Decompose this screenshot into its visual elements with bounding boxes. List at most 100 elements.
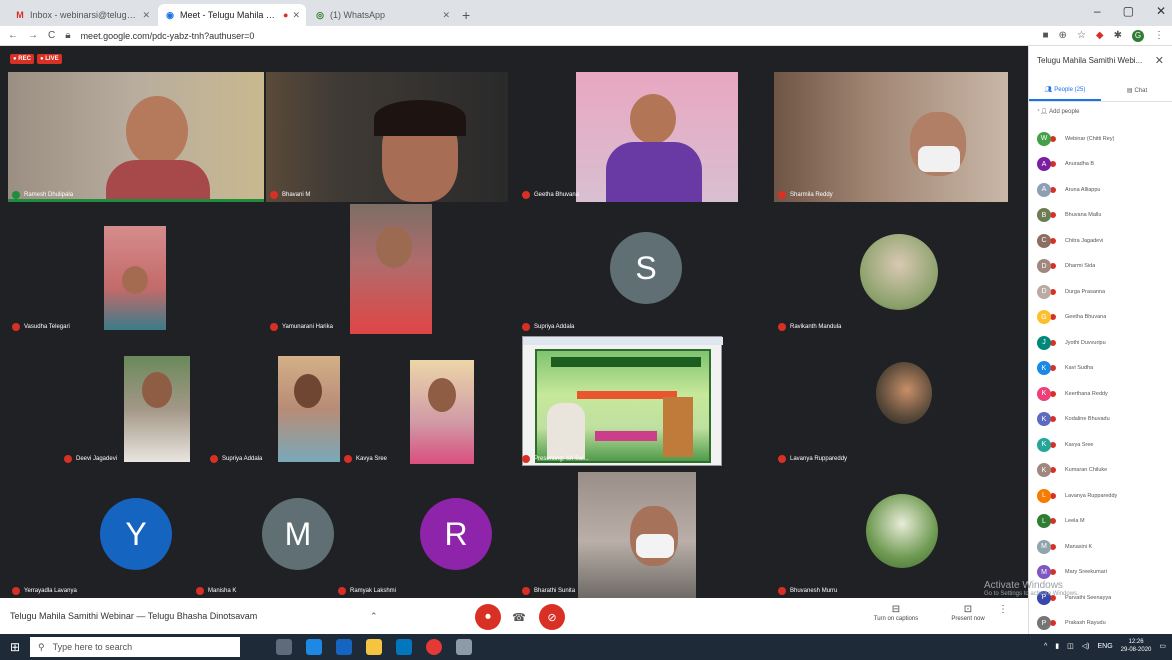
- video-tile[interactable]: Bhavani M: [266, 72, 508, 202]
- tab-people[interactable]: 👥︎ People (25): [1029, 80, 1101, 101]
- add-people-button[interactable]: ⁺👤︎ Add people: [1037, 108, 1080, 115]
- video-tile[interactable]: Bhuvanesh Murru: [774, 468, 1008, 598]
- captions-icon: ⊟: [891, 604, 901, 615]
- browser-tab-strip: M Inbox - webinarsi@telugmail.com ✕ ◉ Me…: [0, 0, 1172, 26]
- participant-name: Bhuvana Mallu: [1065, 212, 1102, 219]
- video-tile[interactable]: Ravikanth Mandula: [774, 204, 1008, 334]
- participant-list: W Webinar (Chitti Rey) A Anuradha B A Aruna A…: [1037, 126, 1169, 636]
- mic-off-icon: [270, 191, 278, 199]
- profile-avatar[interactable]: G: [1132, 29, 1144, 42]
- zoom-icon[interactable]: ⊕: [1059, 30, 1067, 41]
- puzzle-icon[interactable]: ✱: [1114, 30, 1122, 41]
- new-tab-button[interactable]: +: [462, 7, 470, 23]
- participant-list-item[interactable]: W Webinar (Chitti Rey): [1037, 126, 1169, 152]
- star-icon[interactable]: ☆: [1077, 30, 1086, 41]
- video-tile[interactable]: Ramesh Dhulipala: [8, 72, 264, 202]
- maximize-button[interactable]: ▢: [1123, 4, 1134, 18]
- windows-start-icon[interactable]: ⊞: [0, 634, 30, 660]
- video-tile[interactable]: Lavanya Ruppareddy: [774, 336, 1008, 466]
- participant-avatar: M: [1037, 565, 1051, 580]
- tab-chat[interactable]: ▤ Chat: [1101, 80, 1172, 101]
- url-field[interactable]: meet.google.com/pdc-yabz-tnh?authuser=0: [81, 31, 1033, 41]
- participant-name: Chitra Jagadevi: [1065, 237, 1104, 244]
- participant-list-item[interactable]: K Kavi Sudha: [1037, 356, 1169, 382]
- participant-list-item[interactable]: K Kodaline Bhuvadu: [1037, 407, 1169, 433]
- chevron-up-icon[interactable]: ⌃: [370, 611, 378, 622]
- participant-list-item[interactable]: M Manasini K: [1037, 534, 1169, 560]
- camera-toggle-button[interactable]: ⊘: [539, 604, 565, 630]
- volume-icon[interactable]: ◁): [1082, 642, 1090, 650]
- camera-icon[interactable]: ■: [1043, 30, 1049, 41]
- extension-icon[interactable]: ◆: [1096, 30, 1104, 41]
- video-tile[interactable]: Vasudha Telegari: [8, 204, 264, 334]
- video-tile[interactable]: Supriya Addala: [206, 336, 340, 466]
- forward-arrow-icon[interactable]: →: [28, 30, 38, 41]
- mic-off-icon: [270, 323, 278, 331]
- close-tab-icon[interactable]: ✕: [142, 10, 150, 21]
- mail-icon[interactable]: [336, 639, 352, 655]
- network-icon[interactable]: ◫: [1067, 642, 1074, 650]
- video-tile[interactable]: Geetha Bhuvana: [518, 72, 766, 202]
- browser-tab-meet[interactable]: ◉ Meet - Telugu Mahila Samithi ● ✕: [158, 4, 306, 26]
- participant-name: Supriya Addala: [210, 455, 262, 463]
- participant-list-item[interactable]: G Geetha Bhuvana: [1037, 305, 1169, 331]
- participant-name: Kumaran Chiluke: [1065, 467, 1108, 474]
- participant-list-item[interactable]: B Bhuvana Mallu: [1037, 203, 1169, 229]
- close-panel-button[interactable]: ✕: [1155, 54, 1164, 67]
- clock[interactable]: 12:26 29-08-2020: [1121, 638, 1152, 654]
- minimize-button[interactable]: –: [1094, 4, 1101, 18]
- edge-icon[interactable]: [306, 639, 322, 655]
- chrome-icon[interactable]: [426, 639, 442, 655]
- notifications-icon[interactable]: ▭: [1159, 642, 1166, 650]
- participant-face: [376, 226, 412, 268]
- captions-button[interactable]: ⊟ Turn on captions: [866, 604, 926, 622]
- participant-list-item[interactable]: K Kavya Sree: [1037, 432, 1169, 458]
- panel-tabs: 👥︎ People (25) ▤ Chat: [1029, 80, 1172, 102]
- close-tab-icon[interactable]: ✕: [292, 10, 300, 21]
- task-view-icon[interactable]: [276, 639, 292, 655]
- video-tile[interactable]: R Ramyak Lakshmi: [334, 468, 508, 598]
- video-tile[interactable]: Bharathi Sunita: [518, 468, 766, 598]
- participant-list-item[interactable]: A Anuradha B: [1037, 152, 1169, 178]
- participant-list-item[interactable]: L Lavanya Ruppareddy: [1037, 483, 1169, 509]
- participant-list-item[interactable]: K Keerthana Reddy: [1037, 381, 1169, 407]
- video-tile[interactable]: S Supriya Addala: [518, 204, 766, 334]
- participant-list-item[interactable]: C Chitra Jagadevi: [1037, 228, 1169, 254]
- participant-list-item[interactable]: J Jyothi Duvvuripu: [1037, 330, 1169, 356]
- chevron-up-icon[interactable]: ^: [1044, 643, 1047, 650]
- close-window-button[interactable]: ✕: [1156, 4, 1166, 18]
- store-icon[interactable]: [396, 639, 412, 655]
- video-tile[interactable]: Kavya Sree: [340, 336, 508, 466]
- taskbar-search-box[interactable]: ⚲ Type here to search: [30, 637, 240, 657]
- presentation-tile[interactable]: Presenting: Sri Sai...: [518, 336, 766, 466]
- participant-avatar: S: [610, 232, 682, 304]
- video-tile[interactable]: Yamunarani Harika: [266, 204, 508, 334]
- participant-list-item[interactable]: A Aruna Alliappu: [1037, 177, 1169, 203]
- mic-toggle-button[interactable]: ⏺: [475, 604, 501, 630]
- file-explorer-icon[interactable]: [366, 639, 382, 655]
- taskbar-apps: [276, 639, 472, 655]
- browser-tab-whatsapp[interactable]: ◎ (1) WhatsApp ✕: [308, 4, 456, 26]
- mic-on-icon: [12, 191, 20, 199]
- language-indicator[interactable]: ENG: [1098, 643, 1113, 650]
- close-tab-icon[interactable]: ✕: [442, 10, 450, 21]
- more-options-button[interactable]: ⋮: [988, 604, 1018, 616]
- battery-icon[interactable]: ▮: [1055, 642, 1059, 650]
- participant-list-item[interactable]: L Leela M: [1037, 509, 1169, 535]
- participant-avatar: R: [420, 498, 492, 570]
- participant-list-item[interactable]: D Dharmi Sida: [1037, 254, 1169, 280]
- mic-off-icon: [64, 455, 72, 463]
- participant-list-item[interactable]: P Prakash Rayudu: [1037, 611, 1169, 637]
- browser-tab-gmail[interactable]: M Inbox - webinarsi@telugmail.com ✕: [8, 4, 156, 26]
- video-tile[interactable]: Sharmila Reddy: [774, 72, 1008, 202]
- participant-list-item[interactable]: D Durga Prasanna: [1037, 279, 1169, 305]
- participant-list-item[interactable]: K Kumaran Chiluke: [1037, 458, 1169, 484]
- video-tile[interactable]: M Manisha K: [192, 468, 334, 598]
- menu-icon[interactable]: ⋮: [1154, 30, 1164, 41]
- back-arrow-icon[interactable]: ←: [8, 30, 18, 41]
- meeting-title[interactable]: Telugu Mahila Samithi Webinar — Telugu B…: [10, 611, 370, 621]
- reload-icon[interactable]: C: [48, 30, 55, 41]
- leave-call-button[interactable]: ☎: [506, 604, 532, 630]
- mic-off-icon: [778, 455, 786, 463]
- pinned-app-icon[interactable]: [456, 639, 472, 655]
